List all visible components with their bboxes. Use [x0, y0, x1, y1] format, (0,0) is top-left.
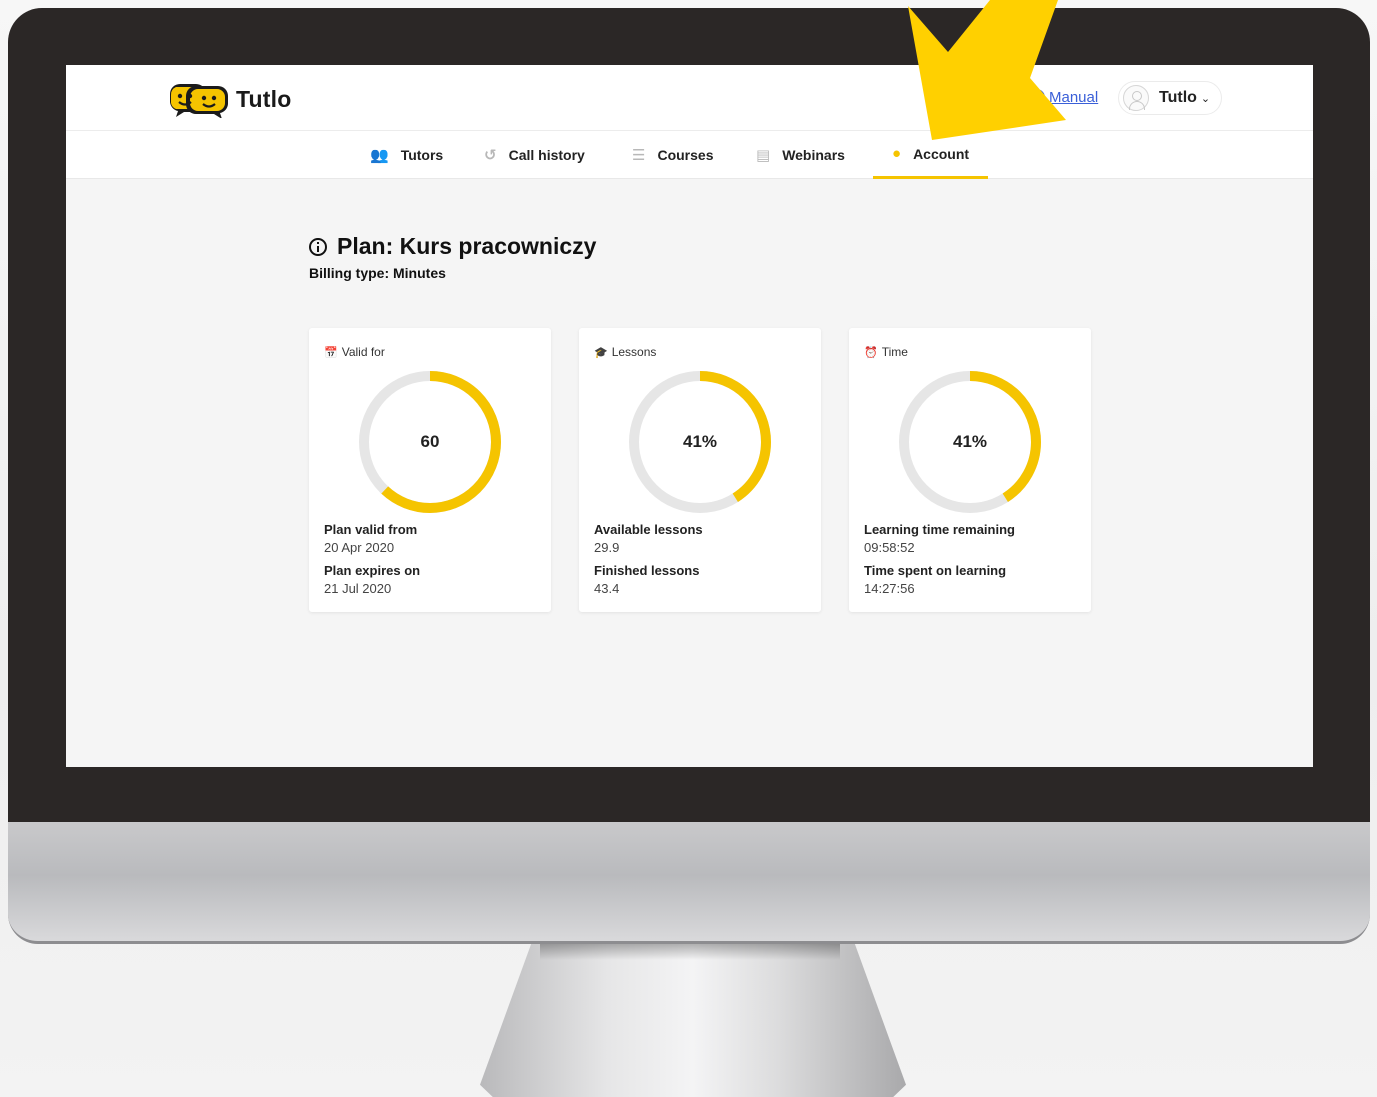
billing-type: Billing type: Minutes — [309, 265, 446, 281]
stat-value: 09:58:52 — [864, 540, 915, 555]
stat-value: 29.9 — [594, 540, 620, 555]
stat-label: Time spent on learning — [864, 563, 1007, 578]
card-title-text: Lessons — [611, 345, 657, 359]
chevron-down-icon: ⌄ — [1200, 92, 1211, 105]
avatar — [1123, 85, 1149, 111]
user-menu-button[interactable]: Tutlo ⌄ — [1118, 81, 1222, 115]
ring-value: 41% — [682, 432, 718, 451]
list-icon: ☰ — [632, 147, 646, 164]
tab-label: Courses — [657, 147, 714, 163]
ring-value: 41% — [952, 432, 988, 451]
tab-tutors[interactable]: 👥 Tutors — [370, 131, 443, 179]
stand-shadow — [540, 944, 840, 960]
stat-available-lessons: Available lessons 29.9 — [594, 522, 703, 555]
monitor-chin — [8, 822, 1370, 944]
tab-label: Webinars — [782, 147, 845, 163]
logo[interactable]: Tutlo — [168, 80, 292, 118]
brand-name: Tutlo — [236, 85, 292, 112]
tab-webinars[interactable]: ▤ Webinars — [756, 131, 845, 179]
account-icon: ● — [892, 145, 902, 162]
main-nav: 👥 Tutors ↺ Call history ☰ Courses ▤ Webi… — [66, 131, 1313, 179]
manual-label: Manual — [1049, 89, 1099, 106]
card-time: ⏰ Time 41% Learning time remaining 09:58… — [849, 328, 1091, 612]
stat-value: 43.4 — [594, 581, 620, 596]
card-title: ⏰ Time — [864, 345, 908, 359]
tab-label: Tutors — [400, 147, 444, 163]
app-screen: Tutlo Manual Tutlo ⌄ 👥 Tutors ↺ Call his… — [66, 65, 1313, 767]
plan-title-text: Plan: Kurs pracowniczy — [337, 233, 597, 259]
plan-header: Plan: Kurs pracowniczy Billing type: Min… — [309, 233, 596, 281]
graduation-cap-icon: 🎓 — [594, 346, 608, 359]
stat-time-spent: Time spent on learning 14:27:56 — [864, 563, 1006, 596]
stat-label: Plan valid from — [324, 522, 418, 537]
monitor-stand — [480, 944, 906, 1097]
stat-expires-on: Plan expires on 21 Jul 2020 — [324, 563, 420, 596]
stat-valid-from: Plan valid from 20 Apr 2020 — [324, 522, 417, 555]
top-bar: Tutlo Manual Tutlo ⌄ — [66, 65, 1313, 131]
user-name: Tutlo — [1159, 89, 1197, 106]
manual-link[interactable]: Manual — [1028, 89, 1098, 106]
info-icon — [309, 237, 327, 256]
alarm-clock-icon: ⏰ — [864, 346, 878, 359]
history-icon: ↺ — [484, 147, 497, 164]
stat-value: 14:27:56 — [864, 581, 915, 596]
card-title-text: Time — [881, 345, 908, 359]
stat-finished-lessons: Finished lessons 43.4 — [594, 563, 699, 596]
page-title: Plan: Kurs pracowniczy — [309, 233, 596, 260]
card-title-text: Valid for — [341, 345, 385, 359]
tab-account[interactable]: ● Account — [873, 131, 989, 179]
tab-call-history[interactable]: ↺ Call history — [484, 131, 585, 179]
tab-courses[interactable]: ☰ Courses — [632, 131, 713, 179]
calendar-icon: 📅 — [324, 346, 338, 359]
tab-label: Account — [913, 145, 970, 162]
stat-value: 20 Apr 2020 — [324, 540, 395, 555]
card-lessons: 🎓 Lessons 41% Available lessons 29.9 Fin… — [579, 328, 821, 612]
stat-label: Available lessons — [594, 522, 703, 537]
card-title: 📅 Valid for — [324, 345, 385, 359]
webinar-icon: ▤ — [756, 147, 771, 164]
tab-label: Call history — [508, 147, 585, 163]
ring-value: 60 — [420, 432, 440, 451]
help-icon — [1028, 89, 1045, 106]
stat-label: Plan expires on — [324, 563, 421, 578]
card-title: 🎓 Lessons — [594, 345, 656, 359]
users-icon: 👥 — [370, 147, 389, 164]
stat-label: Finished lessons — [594, 563, 700, 578]
logo-icon — [170, 84, 228, 118]
stat-value: 21 Jul 2020 — [324, 581, 392, 596]
stat-time-remaining: Learning time remaining 09:58:52 — [864, 522, 1015, 555]
card-valid-for: 📅 Valid for 60 Plan valid from 20 Apr 20… — [309, 328, 551, 612]
stat-label: Learning time remaining — [864, 522, 1015, 537]
